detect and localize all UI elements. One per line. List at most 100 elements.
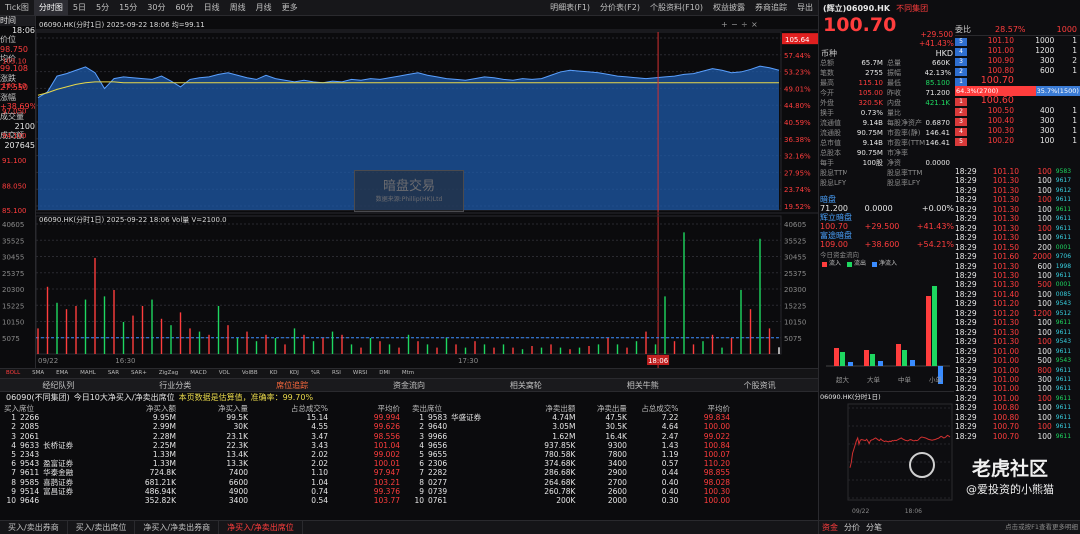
indicator-zigzag[interactable]: ZigZag — [153, 369, 184, 378]
indicator-rsi[interactable]: RSI — [326, 369, 347, 378]
table-row[interactable]: 3 2061 2.28M 23.1K 3.47 98.556 — [4, 432, 404, 441]
table-row[interactable]: 5 2343 1.33M 13.4K 2.02 99.002 — [4, 450, 404, 459]
price-tick: 100.10 — [2, 82, 27, 90]
stat-label: 股息LFY — [820, 179, 847, 187]
function-tab-3[interactable]: 权益披露 — [708, 0, 750, 16]
function-tab-1[interactable]: 分价表(F2) — [595, 0, 645, 16]
info-tab-1[interactable]: 行业分类 — [117, 379, 234, 392]
indicator-mahl[interactable]: MAHL — [74, 369, 102, 378]
table-row[interactable]: 6 2306 374.68K 3400 0.57 110.20 — [412, 459, 734, 468]
tick-time: 18:29 — [955, 393, 977, 403]
level-price: 100.40 — [987, 116, 1014, 125]
indicator-ema[interactable]: EMA — [50, 369, 74, 378]
broker-view-tab-0[interactable]: 买入/卖出券商 — [0, 521, 68, 534]
ask-level[interactable]: 4 101.00 1200 1 — [955, 46, 1080, 56]
bid-level[interactable]: 2 100.50 400 1 — [955, 106, 1080, 116]
flow-title: 今日资金流向 — [820, 251, 859, 259]
period-tab-0[interactable]: Tick图 — [0, 0, 34, 16]
pct-label: 涨幅 — [0, 92, 16, 102]
indicator-sar[interactable]: SAR — [102, 369, 125, 378]
info-tab-2[interactable]: 席位追踪 — [234, 379, 351, 392]
table-row[interactable]: 7 2282 286.68K 2900 0.44 98.855 — [412, 468, 734, 477]
period-tab-9[interactable]: 月线 — [251, 0, 277, 16]
table-row[interactable]: 10 9646 352.82K 3400 0.54 103.77 — [4, 496, 404, 505]
indicator-kdj[interactable]: KDJ — [283, 369, 304, 378]
level-badge: 4 — [955, 128, 967, 136]
info-tab-0[interactable]: 经纪队列 — [0, 379, 117, 392]
stat-value: 0.73% — [860, 109, 883, 117]
table-row[interactable]: 9 0739 260.78K 2600 0.40 100.30 — [412, 487, 734, 496]
indicator-boll[interactable]: BOLL — [0, 369, 26, 378]
indicator-volbb[interactable]: VolBB — [236, 369, 264, 378]
ask-level[interactable]: 1 100.70 — [955, 76, 1080, 86]
info-tab-4[interactable]: 相关窝轮 — [467, 379, 584, 392]
indicator-dmi[interactable]: DMI — [373, 369, 396, 378]
ask-level[interactable]: 3 100.90 300 2 — [955, 56, 1080, 66]
ask-level[interactable]: 5 101.10 1000 1 — [955, 36, 1080, 46]
bid-level[interactable]: 3 100.40 300 1 — [955, 116, 1080, 126]
tab-fund[interactable]: 资金 — [819, 522, 841, 533]
function-tab-4[interactable]: 券商追踪 — [750, 0, 792, 16]
seat-cell: 5 9655 — [412, 450, 521, 459]
zoom-out-icon[interactable]: − — [731, 20, 738, 29]
ratio-diff: 1000 — [1056, 25, 1077, 34]
tick-time: 18:29 — [955, 431, 977, 441]
period-tab-1[interactable]: 分时图 — [33, 0, 68, 16]
indicator-sar+[interactable]: SAR+ — [125, 369, 153, 378]
table-row[interactable]: 2 9640 3.05M 30.5K 4.64 100.00 — [412, 422, 734, 431]
table-row[interactable]: 1 2266 9.95M 99.5K 15.14 99.994 — [4, 413, 404, 422]
table-row[interactable]: 8 0277 264.68K 2700 0.40 98.028 — [412, 478, 734, 487]
indicator-%r[interactable]: %R — [305, 369, 326, 378]
tick-broker: 9612 — [1055, 186, 1072, 194]
table-row[interactable]: 4 9656 937.85K 9300 1.43 100.84 — [412, 441, 734, 450]
table-row[interactable]: 2 2085 2.99M 30K 4.55 99.626 — [4, 422, 404, 431]
zoom-in-icon[interactable]: + — [721, 20, 728, 29]
bid-level[interactable]: 5 100.20 100 1 — [955, 136, 1080, 146]
table-row[interactable]: 3 9966 1.62M 16.4K 2.47 99.022 — [412, 432, 734, 441]
bid-level[interactable]: 4 100.30 300 1 — [955, 126, 1080, 136]
info-tab-5[interactable]: 相关牛熊 — [584, 379, 701, 392]
info-tab-3[interactable]: 资金流向 — [351, 379, 468, 392]
period-tab-7[interactable]: 日线 — [199, 0, 225, 16]
table-row[interactable]: 10 0761 200K 2000 0.30 100.00 — [412, 496, 734, 505]
table-row[interactable]: 6 9543 盈富证券 1.33M 13.3K 2.02 100.01 — [4, 459, 404, 468]
table-row[interactable]: 5 9655 780.58K 7800 1.19 100.07 — [412, 450, 734, 459]
period-tab-8[interactable]: 周线 — [225, 0, 251, 16]
period-tab-3[interactable]: 5分 — [91, 0, 114, 16]
mini-price-chart — [847, 403, 953, 501]
tab-ticks[interactable]: 分笔 — [863, 522, 885, 533]
table-row[interactable]: 9 9514 富昌证券 486.94K 4900 0.74 99.376 — [4, 487, 404, 496]
stat-row: 今开 105.00 昨收 71.200 — [820, 88, 954, 98]
info-tab-6[interactable]: 个股资讯 — [701, 379, 818, 392]
indicator-vol[interactable]: VOL — [213, 369, 236, 378]
period-tab-5[interactable]: 30分 — [142, 0, 170, 16]
broker-view-tab-2[interactable]: 净买入/净卖出券商 — [135, 521, 220, 534]
table-row[interactable]: 1 9583 华盛证券 4.74M 47.5K 7.22 99.834 — [412, 413, 734, 422]
legend-net: 净流入 — [879, 260, 898, 267]
period-tab-10[interactable]: 更多 — [277, 0, 303, 16]
bid-level[interactable]: 1 100.60 — [955, 96, 1080, 106]
close-chart-icon[interactable]: × — [751, 20, 758, 29]
indicator-kd[interactable]: KD — [264, 369, 284, 378]
indicator-sma[interactable]: SMA — [26, 369, 50, 378]
table-row[interactable]: 7 9611 华泰金融 724.8K 7400 1.10 97.947 — [4, 468, 404, 477]
function-tab-0[interactable]: 明细表(F1) — [545, 0, 595, 16]
tab-price-dist[interactable]: 分价 — [841, 522, 863, 533]
broker-view-tab-3[interactable]: 净买入/净卖出席位 — [219, 521, 303, 534]
tick-time: 18:29 — [955, 327, 977, 337]
function-tab-2[interactable]: 个股资料(F10) — [645, 0, 708, 16]
table-row[interactable]: 8 9585 喜鹊证券 681.21K 6600 1.04 103.21 — [4, 478, 404, 487]
flow-bar — [834, 348, 839, 366]
indicator-wrsi[interactable]: WRSI — [347, 369, 373, 378]
broker-view-tab-1[interactable]: 买入/卖出席位 — [68, 521, 136, 534]
period-tab-4[interactable]: 15分 — [114, 0, 142, 16]
period-tab-2[interactable]: 5日 — [68, 0, 91, 16]
table-row[interactable]: 4 9633 长桥证券 2.25M 22.3K 3.43 101.04 — [4, 441, 404, 450]
chart-area[interactable]: 06090.HK(分时1日) 2025-09-22 18:06 均=99.116… — [2, 16, 818, 368]
ask-level[interactable]: 2 100.80 600 1 — [955, 66, 1080, 76]
indicator-macd[interactable]: MACD — [184, 369, 213, 378]
function-tab-5[interactable]: 导出 — [792, 0, 818, 16]
indicator-mtm[interactable]: Mtm — [396, 369, 420, 378]
split-icon[interactable]: ÷ — [741, 20, 748, 29]
period-tab-6[interactable]: 60分 — [170, 0, 198, 16]
